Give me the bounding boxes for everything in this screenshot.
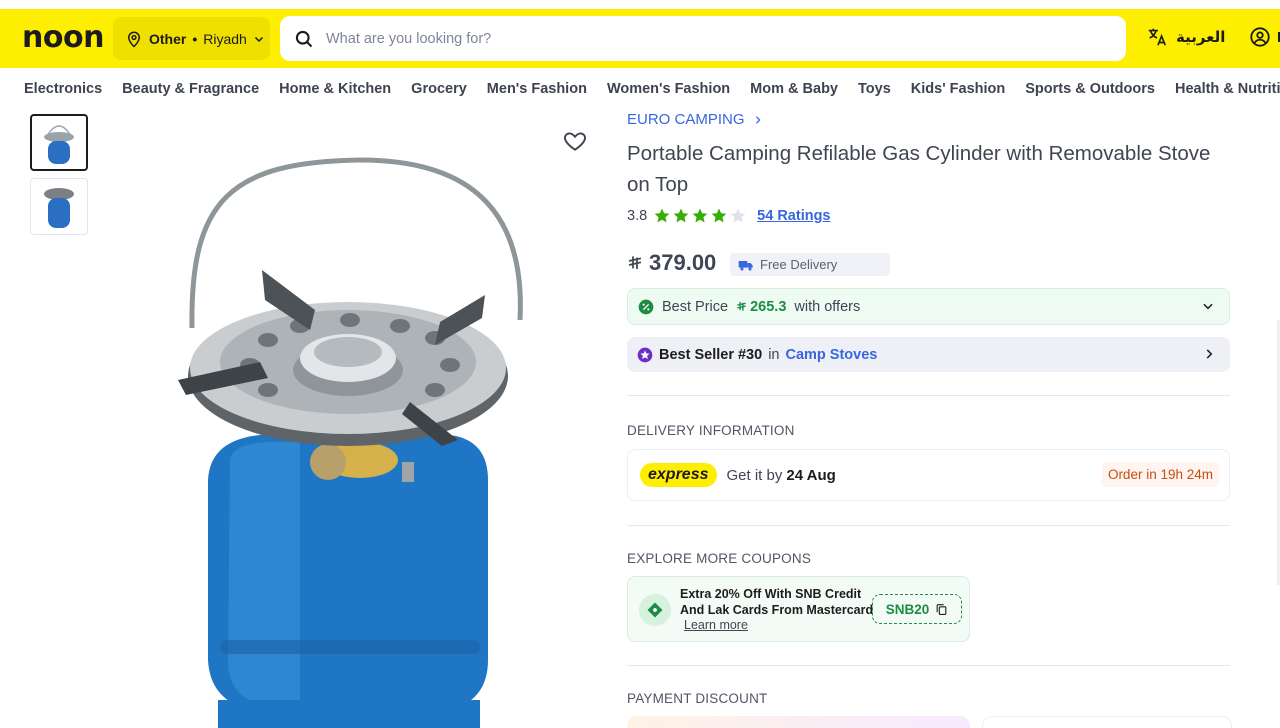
top-strip xyxy=(0,0,1280,9)
gas-cylinder-thumbnail-image xyxy=(44,124,74,164)
payment-offer-card[interactable] xyxy=(627,716,970,728)
best-price-prefix: Best Price xyxy=(662,298,729,315)
chevron-right-icon xyxy=(1206,349,1213,359)
delivery-info-card: express Get it by 24 Aug Order in 19h 24… xyxy=(627,449,1230,501)
coupon-text: Extra 20% Off With SNB Credit And Lak Ca… xyxy=(680,587,874,617)
coupon-card: Extra 20% Off With SNB Credit And Lak Ca… xyxy=(627,576,970,642)
riyal-currency-icon xyxy=(628,256,642,269)
best-price-offer[interactable]: Best Price 265.3 with offers xyxy=(627,288,1230,325)
thumbnail-1[interactable] xyxy=(30,114,88,171)
thumbnail-2[interactable] xyxy=(30,178,88,235)
free-delivery-badge: Free Delivery xyxy=(730,253,890,276)
product-title: Portable Camping Refilable Gas Cylinder … xyxy=(627,142,1211,196)
free-delivery-label: Free Delivery xyxy=(760,257,838,272)
best-seller-rank: Best Seller #30 xyxy=(659,346,763,363)
coupon-icon xyxy=(639,594,671,626)
nav-item-womens-fashion[interactable]: Women's Fashion xyxy=(607,81,730,97)
delivery-date: 24 Aug xyxy=(786,466,836,484)
coupon-code: SNB20 xyxy=(885,601,930,617)
copy-icon xyxy=(936,604,947,615)
chevron-right-icon xyxy=(755,115,761,124)
riyal-currency-icon xyxy=(737,301,746,311)
price-value: 379.00 xyxy=(649,250,717,275)
location-separator: • xyxy=(192,30,198,47)
chevron-down-icon xyxy=(254,36,263,42)
brand-name: EURO CAMPING xyxy=(627,111,745,128)
account-menu[interactable]: L xyxy=(1249,26,1280,48)
gas-cylinder-thumbnail-image xyxy=(44,187,74,228)
coupons-section-title: EXPLORE MORE COUPONS xyxy=(627,551,812,566)
best-price-suffix: with offers xyxy=(794,298,861,315)
coupon-code-copy-button[interactable]: SNB20 xyxy=(872,594,962,624)
brand-link[interactable]: EURO CAMPING xyxy=(627,111,763,128)
payment-offer-card[interactable] xyxy=(982,716,1232,728)
tag-icon xyxy=(647,602,663,618)
discount-badge-icon xyxy=(638,299,654,314)
payment-section-title: PAYMENT DISCOUNT xyxy=(627,691,768,706)
product-image xyxy=(178,157,523,728)
star-icon xyxy=(692,208,708,223)
divider xyxy=(627,665,1230,666)
language-label: العربية xyxy=(1176,29,1226,46)
nav-item-kids-fashion[interactable]: Kids' Fashion xyxy=(911,81,1005,97)
location-pin-icon xyxy=(127,31,141,48)
divider xyxy=(627,395,1230,396)
noon-logo[interactable]: noon xyxy=(22,20,104,56)
language-switch[interactable]: العربية xyxy=(1146,26,1225,48)
star-badge-icon xyxy=(637,347,653,362)
order-countdown: Order in 19h 24m xyxy=(1101,462,1219,487)
category-nav: Electronics Beauty & Fragrance Home & Ki… xyxy=(0,68,1280,109)
nav-item-beauty-fragrance[interactable]: Beauty & Fragrance xyxy=(122,81,259,97)
search-icon xyxy=(295,30,313,47)
location-selector[interactable]: Other • Riyadh xyxy=(113,17,270,60)
delivery-get-it-by: Get it by xyxy=(726,466,783,484)
location-label: Other xyxy=(149,30,187,47)
nav-item-health-nutrition[interactable]: Health & Nutrition xyxy=(1175,81,1280,97)
divider xyxy=(627,525,1230,526)
star-icon xyxy=(673,208,689,223)
star-icon xyxy=(654,208,670,223)
nav-item-mom-baby[interactable]: Mom & Baby xyxy=(750,81,838,97)
nav-item-toys[interactable]: Toys xyxy=(858,81,891,97)
rating-stars xyxy=(653,207,747,225)
learn-more-link[interactable]: Learn more xyxy=(684,618,748,632)
nav-item-home-kitchen[interactable]: Home & Kitchen xyxy=(279,81,391,97)
search-input[interactable] xyxy=(326,30,1086,47)
truck-icon xyxy=(738,260,753,271)
best-seller-banner[interactable]: Best Seller #30 in Camp Stoves xyxy=(627,337,1230,372)
best-seller-in: in xyxy=(768,346,780,363)
express-badge: express xyxy=(640,463,717,487)
nav-item-grocery[interactable]: Grocery xyxy=(411,81,467,97)
translate-icon xyxy=(1148,28,1167,46)
star-icon xyxy=(711,208,727,223)
product-price: 379.00 xyxy=(627,250,716,276)
star-icon xyxy=(730,208,746,223)
nav-item-electronics[interactable]: Electronics xyxy=(24,81,102,97)
search-bar xyxy=(280,16,1126,61)
chevron-down-icon xyxy=(1203,303,1213,310)
ratings-count-link[interactable]: 54 Ratings xyxy=(757,208,830,224)
nav-item-sports-outdoors[interactable]: Sports & Outdoors xyxy=(1025,81,1155,97)
location-city: Riyadh xyxy=(203,30,247,47)
product-rating: 3.8 54 Ratings xyxy=(627,207,831,225)
best-price-value: 265.3 xyxy=(750,298,787,315)
delivery-section-title: DELIVERY INFORMATION xyxy=(627,423,795,438)
best-price-amount: 265.3 xyxy=(736,299,786,315)
wishlist-heart-icon[interactable] xyxy=(562,128,588,154)
header: noon Other • Riyadh العربية L xyxy=(0,9,1280,68)
best-seller-category-link[interactable]: Camp Stoves xyxy=(785,347,877,363)
nav-item-mens-fashion[interactable]: Men's Fashion xyxy=(487,81,587,97)
rating-value: 3.8 xyxy=(627,208,648,224)
user-icon xyxy=(1250,27,1270,47)
